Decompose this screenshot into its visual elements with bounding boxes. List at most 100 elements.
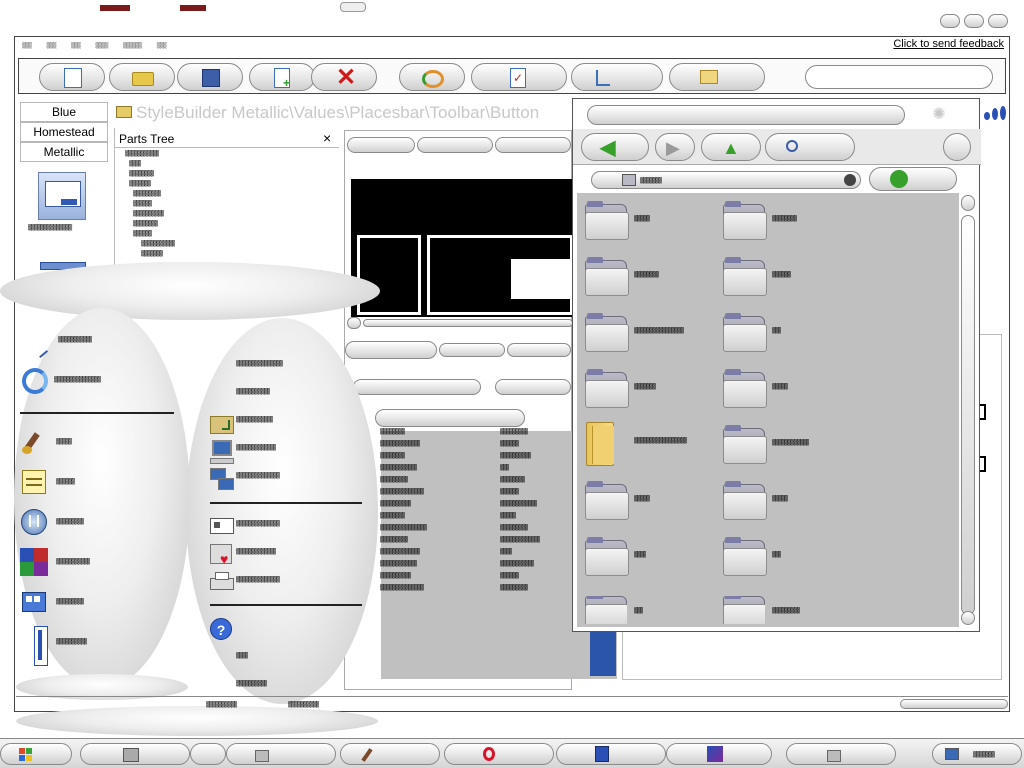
preview-tab-2[interactable] bbox=[417, 137, 493, 153]
folder-item-2[interactable] bbox=[585, 257, 629, 296]
left-menu-item-top-0[interactable]: ▒▒▒▒▒▒▒▒▒▒▒ bbox=[58, 336, 92, 343]
menu-item-1[interactable]: ▒▒▒ bbox=[46, 42, 56, 49]
scheme-preview-thumbnail[interactable] bbox=[38, 172, 86, 220]
right-menu-item-7[interactable]: ▒▒▒▒▒▒▒▒▒▒▒▒▒▒ bbox=[236, 576, 280, 583]
left-menu-item-4[interactable]: ▒▒▒▒▒▒▒▒▒ bbox=[56, 598, 84, 605]
preview-button-row-4[interactable] bbox=[353, 379, 481, 395]
folder-item-4[interactable] bbox=[585, 313, 629, 352]
tree-item-8[interactable]: ▒▒▒▒▒▒ bbox=[133, 230, 152, 237]
tree-item-2[interactable]: ▒▒▒▒▒▒▒▒ bbox=[129, 170, 154, 177]
left-menu-item-1[interactable]: ▒▒▒▒▒▒ bbox=[56, 478, 75, 485]
preview-slider-track[interactable] bbox=[363, 319, 573, 327]
right-menu-item-2[interactable]: ▒▒▒▒▒▒▒▒▒▒▒▒ bbox=[236, 416, 273, 423]
prop-row-5-value[interactable]: ▒▒▒▒▒▒ bbox=[500, 488, 519, 495]
folder-item-3[interactable] bbox=[723, 257, 767, 296]
task-button-explorer[interactable] bbox=[786, 743, 896, 765]
preview-button-row-5[interactable] bbox=[495, 379, 571, 395]
folder-item-6[interactable] bbox=[585, 369, 629, 408]
folder-item-15[interactable] bbox=[723, 596, 765, 624]
prop-row-2-value[interactable]: ▒▒▒▒▒▒▒▒▒▒ bbox=[500, 452, 531, 459]
explorer-settings-icon[interactable]: ✺ bbox=[927, 105, 951, 125]
prop-row-10-value[interactable]: ▒▒▒▒ bbox=[500, 548, 512, 555]
menu-item-0[interactable]: ▒▒▒ bbox=[22, 42, 32, 49]
left-menu-item-0[interactable]: ▒▒▒▒▒ bbox=[56, 438, 72, 445]
right-menu-item-6[interactable]: ▒▒▒▒▒▒▒▒▒▒▒▒▒ bbox=[236, 548, 276, 555]
address-dropdown-icon[interactable] bbox=[844, 174, 856, 186]
left-menu-item-3[interactable]: ▒▒▒▒▒▒▒▒▒▒▒ bbox=[56, 558, 90, 565]
scheme-tab-homestead[interactable]: Homestead bbox=[20, 122, 108, 142]
open-button[interactable] bbox=[109, 63, 175, 91]
folder-item-9[interactable] bbox=[723, 425, 767, 464]
task-button-folder[interactable] bbox=[226, 743, 336, 765]
tree-item-1[interactable]: ▒▒▒▒ bbox=[129, 160, 141, 167]
preview-tab-3[interactable] bbox=[495, 137, 571, 153]
prop-row-6-value[interactable]: ▒▒▒▒▒▒▒▒▒▒▒▒ bbox=[500, 500, 537, 507]
preview-button-row-3[interactable] bbox=[507, 343, 571, 357]
explorer-scrollbar[interactable] bbox=[959, 193, 977, 627]
scroll-down-button[interactable] bbox=[961, 611, 975, 625]
prop-row-11-value[interactable]: ▒▒▒▒▒▒▒▒▒▒▒ bbox=[500, 560, 534, 567]
prop-row-7-value[interactable]: ▒▒▒▒▒ bbox=[500, 512, 516, 519]
tool-button-9[interactable] bbox=[669, 63, 765, 91]
validate-button[interactable]: ✓ bbox=[471, 63, 567, 91]
left-menu-item-2[interactable]: ▒▒▒▒▒▒▒▒▒ bbox=[56, 518, 84, 525]
scroll-thumb[interactable] bbox=[961, 215, 975, 615]
folder-item-10[interactable] bbox=[585, 481, 629, 520]
up-button[interactable]: ▲ bbox=[701, 133, 761, 161]
left-menu-item-top-1[interactable]: ▒▒▒▒▒▒▒▒▒▒▒▒▒▒▒ bbox=[54, 376, 101, 383]
right-menu-item-4[interactable]: ▒▒▒▒▒▒▒▒▒▒▒▒▒▒ bbox=[236, 472, 280, 479]
tree-item-4[interactable]: ▒▒▒▒▒▒▒▒▒ bbox=[133, 190, 161, 197]
tool-button-8[interactable] bbox=[571, 63, 663, 91]
prop-row-4-value[interactable]: ▒▒▒▒▒▒▒▒ bbox=[500, 476, 525, 483]
quicklaunch-button-2[interactable] bbox=[190, 743, 226, 765]
prop-row-12-value[interactable]: ▒▒▒▒▒▒ bbox=[500, 572, 519, 579]
quicklaunch-button-1[interactable] bbox=[80, 743, 190, 765]
prop-row-8-value[interactable]: ▒▒▒▒▒▒▒▒▒ bbox=[500, 524, 528, 531]
right-menu-item-0[interactable]: ▒▒▒▒▒▒▒▒▒▒▒▒▒▒▒ bbox=[236, 360, 283, 367]
close-button[interactable] bbox=[988, 14, 1008, 28]
task-button-opera[interactable] bbox=[444, 743, 554, 765]
right-menu-item-3[interactable]: ▒▒▒▒▒▒▒▒▒▒▒▒▒ bbox=[236, 444, 276, 451]
folder-item-0[interactable] bbox=[585, 201, 629, 240]
maximize-button[interactable] bbox=[964, 14, 984, 28]
right-menu-item-8[interactable]: ▒▒▒▒ bbox=[236, 652, 248, 659]
menu-item-2[interactable]: ▒▒▒ bbox=[71, 42, 81, 49]
menu-item-4[interactable]: ▒▒▒▒▒▒ bbox=[123, 42, 142, 49]
preview-button-row-1[interactable] bbox=[345, 341, 437, 359]
send-feedback-link[interactable]: Click to send feedback bbox=[886, 38, 1004, 52]
tree-item-6[interactable]: ▒▒▒▒▒▒▒▒▒▒ bbox=[133, 210, 164, 217]
scheme-tab-metallic[interactable]: Metallic bbox=[20, 142, 108, 162]
folder-item-12[interactable] bbox=[585, 537, 629, 576]
folder-item-5[interactable] bbox=[723, 313, 767, 352]
apply-button[interactable] bbox=[399, 63, 465, 91]
view-toggle-button[interactable] bbox=[943, 133, 971, 161]
tree-item-0[interactable]: ▒▒▒▒▒▒▒▒▒▒▒ bbox=[125, 150, 159, 157]
tree-item-10[interactable]: ▒▒▒▒▒▒▒ bbox=[141, 250, 163, 257]
add-part-button[interactable]: + bbox=[249, 63, 315, 91]
search-button[interactable] bbox=[765, 133, 855, 161]
preview-slider-thumb[interactable] bbox=[347, 317, 361, 329]
toolbar-search-field[interactable] bbox=[805, 65, 993, 89]
go-button[interactable] bbox=[869, 167, 957, 191]
prop-row-9-value[interactable]: ▒▒▒▒▒▒▒▒▒▒▒▒▒ bbox=[500, 536, 540, 543]
minimize-button[interactable] bbox=[940, 14, 960, 28]
start-button[interactable] bbox=[0, 743, 72, 765]
parts-tree-close-icon[interactable]: × bbox=[323, 131, 335, 145]
right-menu-item-9[interactable]: ▒▒▒▒▒▒▒▒▒▒ bbox=[236, 680, 267, 687]
prop-row-13-value[interactable]: ▒▒▒▒▒▒▒▒▒ bbox=[500, 584, 528, 591]
folder-item-1[interactable] bbox=[723, 201, 767, 240]
preview-button-row-6[interactable] bbox=[375, 409, 525, 427]
preview-button-row-2[interactable] bbox=[439, 343, 505, 357]
prop-row-1-value[interactable]: ▒▒▒▒▒▒ bbox=[500, 440, 519, 447]
task-button-app[interactable] bbox=[666, 743, 772, 765]
menu-item-3[interactable]: ▒▒▒▒ bbox=[95, 42, 108, 49]
prop-row-0-value[interactable]: ▒▒▒▒▒▒▒▒▒ bbox=[500, 428, 528, 435]
tree-item-5[interactable]: ▒▒▒▒▒▒ bbox=[133, 200, 152, 207]
tree-item-9[interactable]: ▒▒▒▒▒▒▒▒▒▒▒ bbox=[141, 240, 175, 247]
new-button[interactable] bbox=[39, 63, 105, 91]
scroll-up-button[interactable] bbox=[961, 195, 975, 211]
explorer-address-bar[interactable]: ▒▒▒▒▒▒▒ bbox=[591, 171, 861, 189]
left-menu-item-5[interactable]: ▒▒▒▒▒▒▒▒▒▒ bbox=[56, 638, 87, 645]
save-button[interactable] bbox=[177, 63, 243, 91]
prop-row-3-value[interactable]: ▒▒▒ bbox=[500, 464, 509, 471]
